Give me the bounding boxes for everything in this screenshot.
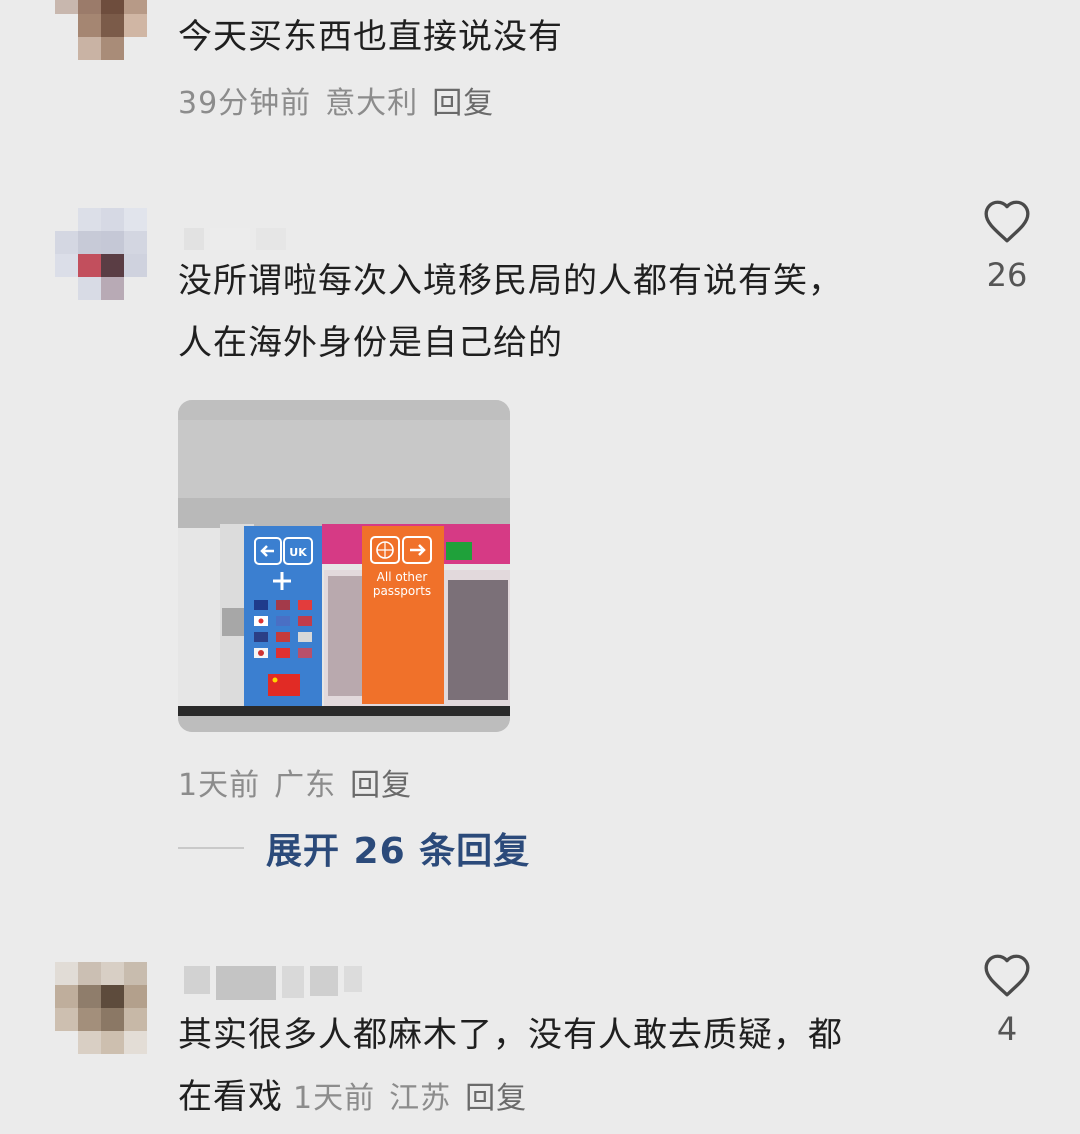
like-count: 4 (996, 1010, 1018, 1048)
like-button[interactable]: 26 (977, 198, 1037, 294)
avatar[interactable] (55, 208, 147, 300)
comment-location: 广东 (274, 768, 337, 803)
comment-text-tail: 在看戏 (178, 1077, 283, 1117)
like-count: 26 (986, 256, 1028, 294)
like-button[interactable]: 4 (977, 952, 1037, 1048)
comment-list: 今天买东西也直接说没有 39分钟前 意大利 回复 26 没所谓啦每次入境移民局的人都… (0, 0, 1080, 1134)
username[interactable] (184, 966, 362, 1000)
comment-text-line: 人在海外身份是自己给的 (178, 323, 563, 363)
comment-text: 其实很多人都麻木了，没有人敢去质疑，都 在看戏 1天前 江苏 回复 (178, 1004, 843, 1130)
comment-location: 江苏 (389, 1081, 452, 1116)
comment-text: 没所谓啦每次入境移民局的人都有说有笑， 人在海外身份是自己给的 (178, 250, 843, 374)
comment-text-line: 在看戏 1天前 江苏 回复 (178, 1066, 843, 1130)
reply-button[interactable]: 回复 (350, 768, 412, 803)
comment-time: 1天前 (293, 1081, 376, 1116)
reply-button[interactable]: 回复 (465, 1081, 527, 1116)
comment-text-line: 没所谓啦每次入境移民局的人都有说有笑， (178, 261, 843, 301)
airport-passport-control-photo: UK All other passports (178, 400, 510, 732)
heart-outline-icon (984, 954, 1030, 997)
expand-replies-label[interactable]: 展开 26 条回复 (266, 822, 530, 874)
comment-text-line: 其实很多人都麻木了，没有人敢去质疑，都 (178, 1015, 843, 1055)
username[interactable] (184, 228, 286, 250)
expand-replies-link[interactable]: 展开 26 条回复 (178, 822, 530, 874)
divider (178, 847, 244, 849)
other-passports-sign-label: All other (377, 570, 428, 584)
reply-button[interactable]: 回复 (432, 86, 494, 121)
comment-meta: 1天前 广东 回复 (178, 760, 426, 804)
comment-location: 意大利 (325, 86, 419, 121)
avatar[interactable] (55, 962, 147, 1054)
comment-time: 39分钟前 (178, 86, 312, 121)
comment-text: 今天买东西也直接说没有 (178, 17, 563, 57)
svg-text:passports: passports (373, 584, 431, 598)
comment-meta: 39分钟前 意大利 回复 (178, 78, 508, 122)
uk-sign-label: UK (289, 546, 307, 559)
heart-outline-icon (984, 200, 1030, 243)
comment-image[interactable]: UK All other passports (178, 400, 510, 732)
comment-time: 1天前 (178, 768, 261, 803)
avatar[interactable] (55, 0, 147, 60)
